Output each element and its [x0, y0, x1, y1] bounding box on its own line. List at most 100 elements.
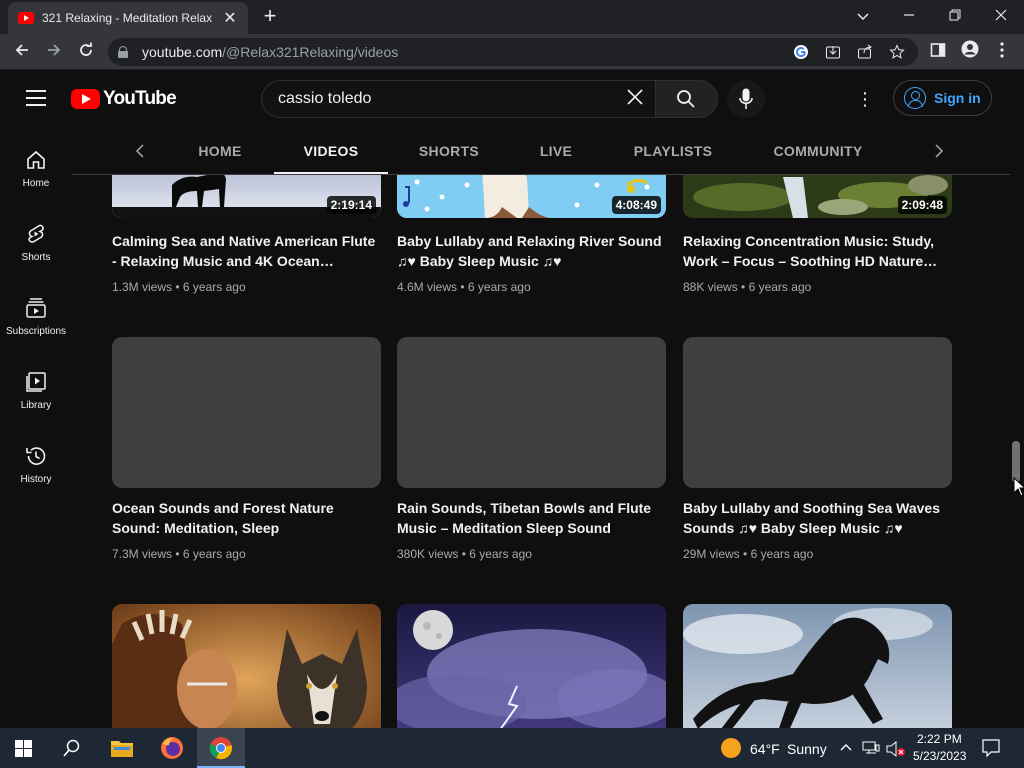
- browser-toolbar: youtube.com/@Relax321Relaxing/videos: [0, 34, 1024, 70]
- guide-item-shorts[interactable]: Shorts: [0, 202, 72, 276]
- close-window-button[interactable]: [986, 4, 1016, 28]
- browser-menu-icon[interactable]: [990, 40, 1014, 64]
- reload-button[interactable]: [74, 40, 98, 64]
- subscriptions-icon: [26, 298, 46, 318]
- search-icon: [63, 739, 80, 757]
- video-thumbnail-placeholder[interactable]: [112, 337, 381, 488]
- firefox-icon: [161, 737, 183, 759]
- chrome-button[interactable]: [197, 728, 245, 768]
- tab-title: 321 Relaxing - Meditation Relax: [42, 11, 213, 25]
- voice-search-button[interactable]: [727, 80, 765, 118]
- tab-shorts[interactable]: SHORTS: [412, 128, 486, 174]
- install-app-icon[interactable]: [824, 44, 842, 62]
- sign-in-button[interactable]: Sign in: [893, 80, 992, 116]
- sunny-weather-icon: [721, 738, 741, 758]
- tab-home[interactable]: HOME: [188, 128, 252, 174]
- video-thumbnail-placeholder[interactable]: [683, 337, 952, 488]
- profile-icon[interactable]: [958, 40, 982, 64]
- weather-condition[interactable]: Sunny: [787, 741, 827, 757]
- restore-window-button[interactable]: [940, 4, 970, 28]
- channel-tabs: HOME VIDEOS SHORTS LIVE PLAYLISTS COMMUN…: [72, 128, 1010, 175]
- video-thumbnail-placeholder[interactable]: [397, 337, 666, 488]
- url-text: youtube.com/@Relax321Relaxing/videos: [142, 44, 399, 60]
- guide-item-history[interactable]: History: [0, 424, 72, 498]
- windows-taskbar: 64°F Sunny 2:22 PM 5/23/2023: [0, 728, 1024, 768]
- tab-live[interactable]: LIVE: [532, 128, 580, 174]
- volume-muted-icon[interactable]: [886, 741, 906, 757]
- start-button[interactable]: [0, 728, 48, 768]
- file-explorer-button[interactable]: [98, 728, 146, 768]
- back-button[interactable]: [10, 40, 34, 64]
- share-icon[interactable]: [856, 44, 874, 62]
- windows-logo-icon: [15, 740, 32, 757]
- tab-community[interactable]: COMMUNITY: [766, 128, 870, 174]
- history-icon: [26, 447, 46, 465]
- microphone-icon: [739, 88, 753, 109]
- guide-item-library[interactable]: Library: [0, 350, 72, 424]
- mini-guide: Home Shorts Subscriptions Library Histor…: [0, 128, 72, 728]
- google-lens-icon[interactable]: [792, 44, 810, 62]
- notifications-icon[interactable]: [982, 739, 1000, 757]
- side-panel-icon[interactable]: [926, 40, 950, 64]
- video-thumbnail[interactable]: [683, 604, 952, 728]
- youtube-logo[interactable]: YouTube: [71, 88, 177, 110]
- video-title[interactable]: Rain Sounds, Tibetan Bowls and Flute Mus…: [397, 498, 666, 538]
- library-icon: [26, 372, 46, 392]
- forward-button[interactable]: [42, 40, 66, 64]
- youtube-wordmark: YouTube: [103, 88, 177, 109]
- search-button[interactable]: [655, 80, 718, 118]
- weather-temperature[interactable]: 64°F: [750, 741, 780, 757]
- minimize-window-button[interactable]: [894, 4, 924, 28]
- video-thumbnail[interactable]: 2:09:48: [683, 175, 952, 218]
- bookmark-star-icon[interactable]: [888, 44, 906, 62]
- video-title[interactable]: Baby Lullaby and Relaxing River Sound ♫♥…: [397, 231, 666, 271]
- clock-date[interactable]: 5/23/2023: [913, 749, 966, 763]
- guide-label: Subscriptions: [5, 326, 67, 337]
- tabs-scroll-left-icon[interactable]: [128, 140, 152, 164]
- video-title[interactable]: Baby Lullaby and Soothing Sea Waves Soun…: [683, 498, 952, 538]
- guide-menu-icon[interactable]: [26, 90, 46, 106]
- taskbar-search-button[interactable]: [48, 728, 96, 768]
- settings-more-icon[interactable]: ⋮: [853, 87, 877, 111]
- lock-icon: [118, 46, 128, 58]
- video-title[interactable]: Calming Sea and Native American Flute - …: [112, 231, 381, 271]
- firefox-button[interactable]: [148, 728, 196, 768]
- video-duration: 2:09:48: [897, 196, 947, 214]
- tabs-scroll-right-icon[interactable]: [927, 140, 951, 164]
- youtube-masthead: YouTube cassio toledo ⋮ Sign in: [0, 70, 1024, 128]
- guide-item-home[interactable]: Home: [0, 128, 72, 202]
- video-metadata: 1.3M views • 6 years ago: [112, 280, 246, 294]
- video-duration: 2:19:14: [326, 196, 376, 214]
- shorts-icon: [28, 224, 44, 243]
- video-thumbnail[interactable]: 2:19:14: [112, 175, 381, 218]
- clear-search-icon[interactable]: [615, 88, 655, 111]
- home-icon: [27, 150, 45, 169]
- guide-label: Library: [20, 400, 52, 411]
- youtube-play-icon: [71, 89, 100, 109]
- search-input[interactable]: cassio toledo: [261, 80, 656, 118]
- video-title[interactable]: Relaxing Concentration Music: Study, Wor…: [683, 231, 952, 271]
- clock-time[interactable]: 2:22 PM: [917, 732, 962, 746]
- tab-videos[interactable]: VIDEOS: [274, 128, 388, 174]
- video-thumbnail[interactable]: 4:08:49: [397, 175, 666, 218]
- video-metadata: 7.3M views • 6 years ago: [112, 547, 246, 561]
- network-icon[interactable]: [862, 741, 880, 755]
- video-grid: 2:19:14 Calming Sea and Native American …: [72, 175, 1010, 728]
- address-bar[interactable]: youtube.com/@Relax321Relaxing/videos: [108, 38, 918, 66]
- browser-tab[interactable]: 321 Relaxing - Meditation Relax ✕: [8, 2, 248, 34]
- show-hidden-icons-icon[interactable]: [840, 742, 852, 752]
- video-title[interactable]: Ocean Sounds and Forest Nature Sound: Me…: [112, 498, 381, 538]
- tab-playlists[interactable]: PLAYLISTS: [626, 128, 720, 174]
- video-metadata: 4.6M views • 6 years ago: [397, 280, 531, 294]
- video-thumbnail[interactable]: [397, 604, 666, 728]
- guide-item-subscriptions[interactable]: Subscriptions: [0, 276, 72, 350]
- video-metadata: 88K views • 6 years ago: [683, 280, 812, 294]
- new-tab-button[interactable]: +: [258, 4, 282, 28]
- account-icon: [904, 87, 926, 109]
- search-query: cassio toledo: [278, 90, 372, 107]
- tab-close-icon[interactable]: ✕: [222, 8, 238, 28]
- page-scrollbar[interactable]: [1010, 128, 1024, 728]
- video-thumbnail[interactable]: [112, 604, 381, 728]
- guide-label: Shorts: [21, 252, 51, 263]
- tab-search-chevron-icon[interactable]: [848, 4, 878, 28]
